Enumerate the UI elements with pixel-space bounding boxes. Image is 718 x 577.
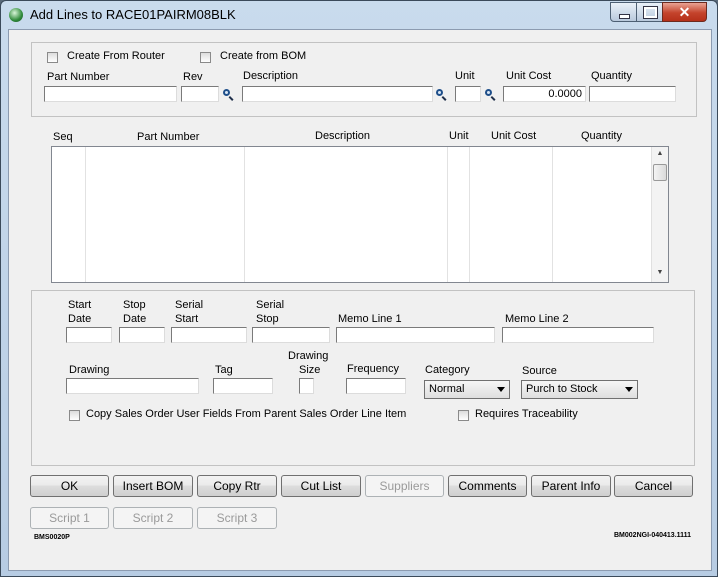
- title-bar[interactable]: Add Lines to RACE01PAIRM08BLK ✕: [1, 1, 717, 29]
- start-date-input[interactable]: [66, 327, 112, 343]
- drawing-size-input[interactable]: [299, 378, 314, 394]
- create-from-bom-label: Create from BOM: [220, 50, 307, 62]
- search-icon[interactable]: [485, 89, 497, 101]
- cut-list-button[interactable]: Cut List: [281, 475, 361, 497]
- grid-scrollbar[interactable]: ▲ ▼: [651, 147, 668, 282]
- memo-line-2-label: Memo Line 2: [505, 313, 569, 325]
- unit-label: Unit: [455, 70, 475, 82]
- quantity-input[interactable]: [589, 86, 676, 102]
- grid-column: [470, 147, 553, 282]
- maximize-icon: [643, 6, 658, 19]
- copy-sales-order-label: Copy Sales Order User Fields From Parent…: [86, 408, 407, 420]
- unit-cost-label: Unit Cost: [506, 70, 552, 82]
- rev-input[interactable]: [181, 86, 219, 102]
- app-icon: [9, 8, 23, 22]
- close-button[interactable]: ✕: [662, 2, 707, 22]
- dialog-window: Add Lines to RACE01PAIRM08BLK ✕ Create F…: [0, 0, 718, 577]
- serial-stop-input[interactable]: [252, 327, 330, 343]
- drawing-input[interactable]: [66, 378, 199, 394]
- requires-traceability-label: Requires Traceability: [475, 408, 578, 420]
- minimize-icon: [619, 14, 630, 19]
- insert-bom-button[interactable]: Insert BOM: [113, 475, 193, 497]
- grid-column: [245, 147, 448, 282]
- scroll-up-icon[interactable]: ▲: [652, 150, 668, 157]
- frequency-input[interactable]: [346, 378, 406, 394]
- part-number-label: Part Number: [47, 71, 110, 83]
- part-number-input[interactable]: [44, 86, 177, 102]
- column-header-quantity[interactable]: Quantity: [581, 130, 622, 142]
- entry-group: Create From Router Create from BOM Part …: [31, 42, 697, 117]
- category-label: Category: [425, 364, 470, 376]
- memo-line-1-label: Memo Line 1: [338, 313, 402, 325]
- column-header-part-number[interactable]: Part Number: [137, 131, 199, 143]
- script-2-button: Script 2: [113, 507, 193, 529]
- column-header-unit[interactable]: Unit: [449, 130, 469, 142]
- copy-sales-order-checkbox[interactable]: [69, 410, 80, 421]
- requires-traceability-checkbox[interactable]: [458, 410, 469, 421]
- unit-input[interactable]: [455, 86, 481, 102]
- scroll-down-icon[interactable]: ▼: [652, 269, 668, 276]
- script-1-button: Script 1: [30, 507, 109, 529]
- grid-column: [52, 147, 86, 282]
- search-icon[interactable]: [223, 89, 235, 101]
- search-icon[interactable]: [436, 89, 448, 101]
- grid-column: [448, 147, 470, 282]
- column-header-seq[interactable]: Seq: [53, 131, 73, 143]
- stop-date-input[interactable]: [119, 327, 165, 343]
- copy-rtr-button[interactable]: Copy Rtr: [197, 475, 277, 497]
- tag-label: Tag: [215, 364, 233, 376]
- unit-cost-input[interactable]: 0.0000: [503, 86, 586, 102]
- drawing-size-label: Drawing: [288, 350, 329, 362]
- serial-start-label: Start: [175, 313, 199, 325]
- stop-date-label: Stop: [123, 299, 146, 311]
- column-header-description[interactable]: Description: [315, 130, 370, 142]
- minimize-button[interactable]: [610, 2, 637, 22]
- serial-stop-label: Stop: [256, 313, 279, 325]
- drawing-size-label: Size: [299, 364, 321, 376]
- column-header-unit-cost[interactable]: Unit Cost: [491, 130, 536, 142]
- create-from-router-label: Create From Router: [67, 50, 165, 62]
- parent-info-button[interactable]: Parent Info: [531, 475, 611, 497]
- tag-input[interactable]: [213, 378, 273, 394]
- lines-grid[interactable]: ▲ ▼: [51, 146, 669, 283]
- create-from-router-checkbox[interactable]: [47, 52, 58, 63]
- cancel-button[interactable]: Cancel: [614, 475, 693, 497]
- source-label: Source: [522, 365, 557, 377]
- suppliers-button: Suppliers: [365, 475, 444, 497]
- comments-button[interactable]: Comments: [448, 475, 527, 497]
- version-label: BM002NGI-040413.1111: [614, 532, 692, 539]
- chevron-down-icon: [497, 387, 505, 392]
- start-date-label: Start: [68, 299, 92, 311]
- serial-start-label: Serial: [175, 299, 204, 311]
- source-value: Purch to Stock: [526, 383, 598, 395]
- category-select[interactable]: Normal: [424, 380, 510, 399]
- description-input[interactable]: [242, 86, 433, 102]
- drawing-label: Drawing: [69, 364, 110, 376]
- stop-date-label: Date: [123, 313, 147, 325]
- rev-label: Rev: [183, 71, 203, 83]
- maximize-button[interactable]: [636, 2, 663, 22]
- memo-line-1-input[interactable]: [336, 327, 495, 343]
- dialog-client: Create From Router Create from BOM Part …: [8, 29, 712, 571]
- category-value: Normal: [429, 383, 465, 395]
- memo-line-2-input[interactable]: [502, 327, 654, 343]
- close-icon: ✕: [678, 4, 691, 20]
- serial-start-input[interactable]: [171, 327, 247, 343]
- form-id: BMS0020P: [34, 534, 70, 541]
- chevron-down-icon: [625, 387, 633, 392]
- source-select[interactable]: Purch to Stock: [521, 380, 638, 399]
- serial-stop-label: Serial: [256, 299, 285, 311]
- frequency-label: Frequency: [347, 363, 399, 375]
- script-3-button: Script 3: [197, 507, 277, 529]
- quantity-label: Quantity: [591, 70, 632, 82]
- grid-column: [85, 147, 245, 282]
- scroll-thumb[interactable]: [653, 164, 667, 181]
- description-label: Description: [243, 70, 299, 82]
- start-date-label: Date: [68, 313, 92, 325]
- details-group: Start Date Stop Date Serial Start Serial…: [31, 290, 695, 466]
- window-title: Add Lines to RACE01PAIRM08BLK: [30, 7, 236, 22]
- create-from-bom-checkbox[interactable]: [200, 52, 211, 63]
- ok-button[interactable]: OK: [30, 475, 109, 497]
